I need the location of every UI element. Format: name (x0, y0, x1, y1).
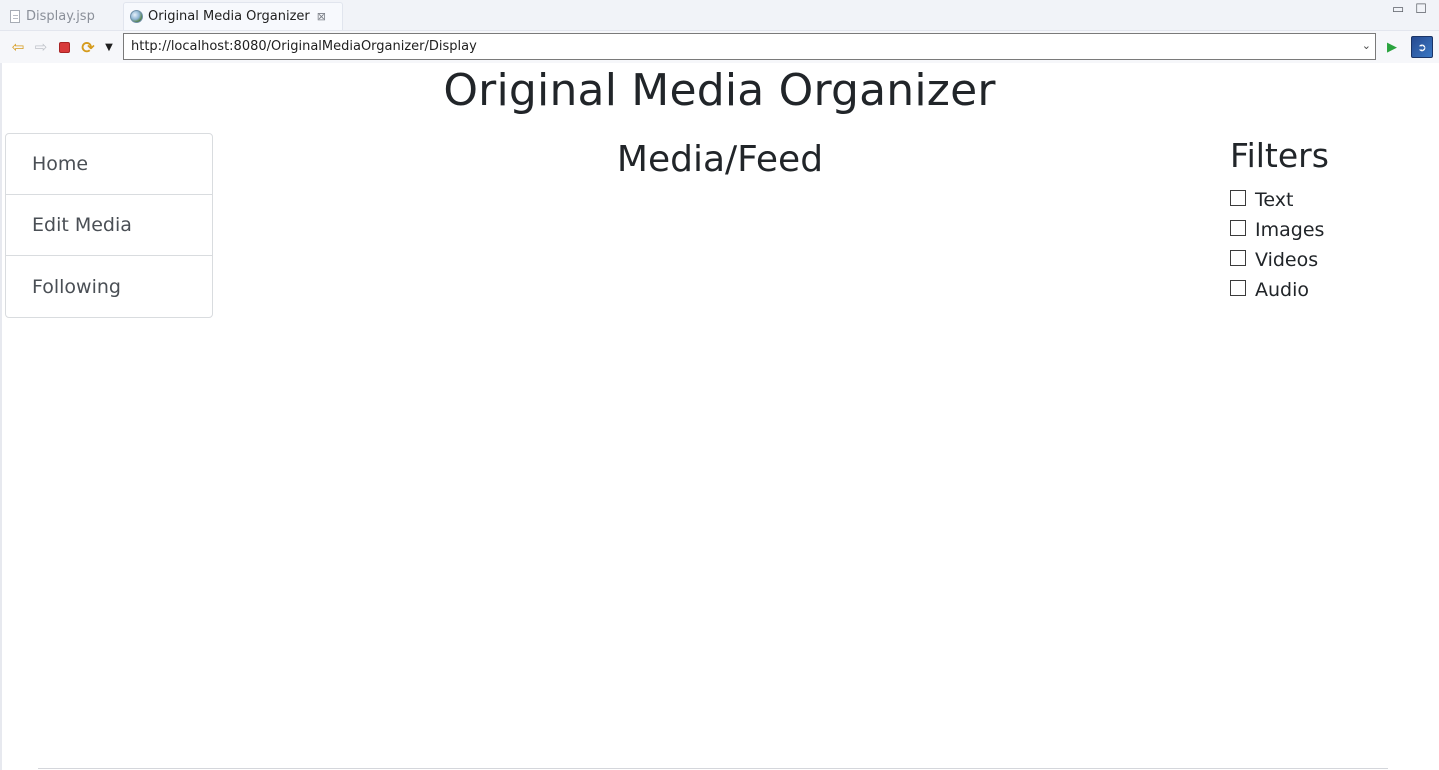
filter-text-checkbox[interactable] (1230, 190, 1246, 206)
go-icon[interactable]: ▶ (1382, 37, 1402, 57)
nav-item-home[interactable]: Home (6, 134, 212, 195)
filters-panel: Filters Text Images Videos Audio (1230, 136, 1430, 305)
forward-arrow-icon[interactable]: ⇨ (31, 37, 51, 57)
filters-heading: Filters (1230, 136, 1329, 175)
refresh-icon[interactable]: ⟳ (78, 37, 98, 57)
browser-toolbar: ⇦ ⇨ ⟳ ▼ http://localhost:8080/OriginalMe… (0, 31, 1439, 63)
tab-display-jsp[interactable]: Display.jsp (4, 2, 101, 30)
minimize-icon[interactable]: ▭ (1390, 2, 1406, 17)
close-icon[interactable]: ⊠ (317, 10, 326, 23)
maximize-icon[interactable]: ☐ (1413, 2, 1429, 17)
page-content: Original Media Organizer Home Edit Media… (0, 63, 1439, 770)
editor-tab-bar: Display.jsp Original Media Organizer ⊠ ▭… (0, 0, 1439, 31)
globe-icon (130, 10, 143, 23)
filter-label: Videos (1255, 249, 1319, 271)
filter-audio: Audio (1230, 275, 1430, 305)
nav-item-label: Home (32, 153, 89, 175)
filter-audio-checkbox[interactable] (1230, 280, 1246, 296)
file-icon (10, 9, 20, 23)
filter-videos-checkbox[interactable] (1230, 250, 1246, 266)
filter-text: Text (1230, 185, 1430, 215)
tab-original-media-organizer[interactable]: Original Media Organizer ⊠ (123, 2, 343, 30)
history-dropdown-icon[interactable]: ▼ (99, 37, 119, 57)
filter-label: Images (1255, 219, 1325, 241)
tab-label: Display.jsp (26, 8, 95, 24)
filter-images: Images (1230, 215, 1430, 245)
stop-icon[interactable] (54, 37, 74, 57)
nav-item-edit-media[interactable]: Edit Media (6, 195, 212, 256)
open-external-icon[interactable]: ➲ (1411, 36, 1433, 58)
tab-label: Original Media Organizer (148, 9, 310, 24)
side-nav: Home Edit Media Following (5, 133, 213, 318)
filter-label: Text (1255, 189, 1294, 211)
bottom-divider (38, 768, 1388, 769)
chevron-down-icon[interactable]: ⌄ (1362, 39, 1371, 52)
filter-images-checkbox[interactable] (1230, 220, 1246, 236)
filter-videos: Videos (1230, 245, 1430, 275)
url-text: http://localhost:8080/OriginalMediaOrgan… (131, 39, 477, 54)
nav-item-label: Edit Media (32, 214, 132, 236)
nav-item-following[interactable]: Following (6, 256, 212, 317)
url-input[interactable]: http://localhost:8080/OriginalMediaOrgan… (123, 33, 1376, 60)
page-title: Original Media Organizer (443, 65, 996, 116)
back-arrow-icon[interactable]: ⇦ (8, 37, 28, 57)
feed-heading: Media/Feed (616, 139, 824, 180)
nav-item-label: Following (32, 275, 121, 298)
filter-label: Audio (1255, 279, 1310, 301)
